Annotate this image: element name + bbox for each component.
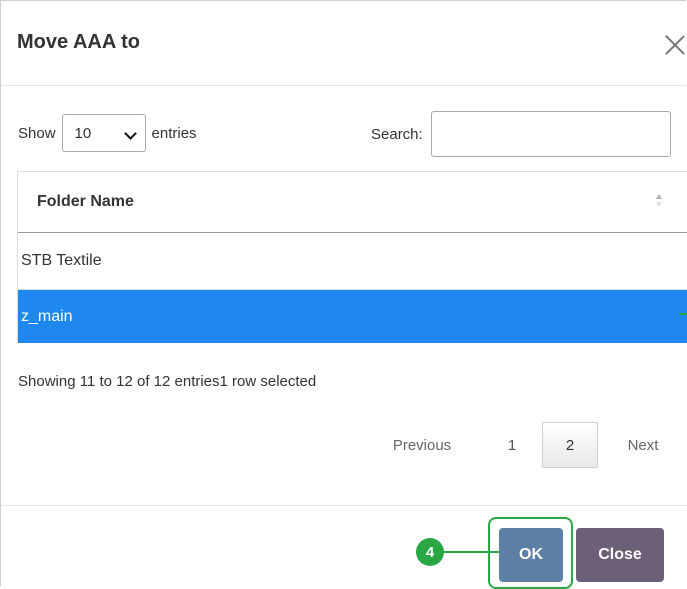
search-control: Search: bbox=[371, 111, 671, 157]
pagination-page-1[interactable]: 1 bbox=[499, 422, 525, 468]
table-row-selected[interactable]: z_main bbox=[18, 290, 687, 343]
search-label: Search: bbox=[371, 125, 423, 143]
dialog-title: Move AAA to bbox=[17, 31, 140, 53]
footer-divider bbox=[1, 505, 687, 506]
entries-per-page-select[interactable]: 10 bbox=[61, 114, 146, 152]
search-input[interactable] bbox=[430, 111, 671, 157]
pagination-page-2-current[interactable]: 2 bbox=[542, 422, 598, 468]
dialog-header: Move AAA to bbox=[1, 1, 686, 86]
ok-button[interactable]: OK bbox=[499, 528, 563, 582]
close-button[interactable]: Close bbox=[576, 528, 664, 582]
show-label: Show bbox=[18, 124, 56, 142]
folder-name-cell: STB Textile bbox=[21, 252, 102, 269]
folder-name-cell: z_main bbox=[21, 307, 73, 325]
pagination: Previous 1 2 Next bbox=[1, 422, 687, 470]
entries-per-page-value: 10 bbox=[74, 124, 92, 142]
chevron-down-icon bbox=[123, 127, 137, 140]
column-header-label: Folder Name bbox=[37, 193, 134, 210]
entries-label: entries bbox=[151, 124, 197, 142]
folder-table: Folder Name STB Textile z_main bbox=[17, 171, 687, 343]
close-icon[interactable] bbox=[664, 33, 686, 55]
annotation-connector bbox=[679, 313, 687, 315]
step-connector-line bbox=[444, 551, 499, 553]
step-badge: 4 bbox=[416, 538, 444, 566]
table-info: Showing 11 to 12 of 12 entries1 row sele… bbox=[18, 373, 317, 390]
pagination-next[interactable]: Next bbox=[613, 422, 673, 468]
entries-length-control: Show 10 entries bbox=[18, 113, 197, 153]
table-row[interactable]: STB Textile bbox=[18, 233, 687, 290]
sort-icon bbox=[656, 194, 664, 208]
pagination-previous[interactable]: Previous bbox=[375, 422, 469, 468]
column-header-folder-name[interactable]: Folder Name bbox=[18, 172, 687, 233]
move-dialog: Move AAA to Show 10 entries Search: Fold… bbox=[0, 0, 687, 589]
